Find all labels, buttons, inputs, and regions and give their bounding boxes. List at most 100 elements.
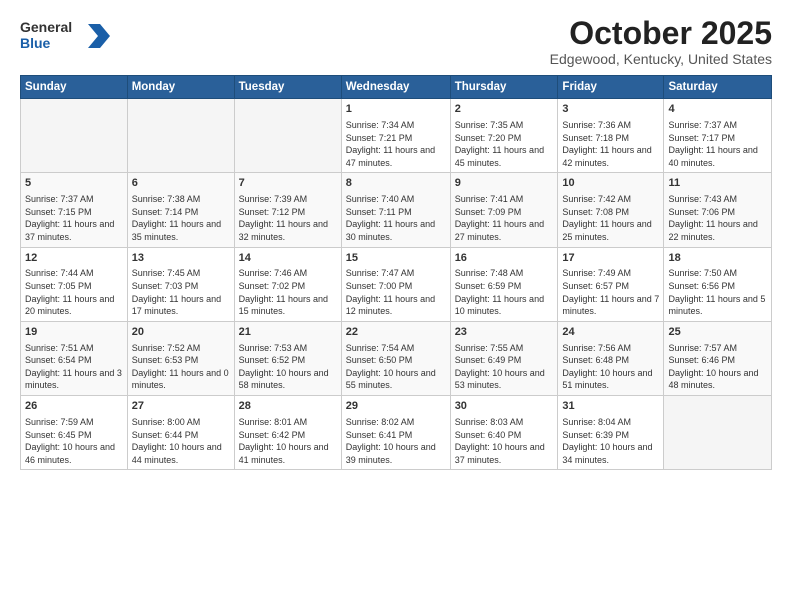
day-info: Sunrise: 7:53 AM Sunset: 6:52 PM Dayligh… (239, 342, 337, 392)
table-row: 12Sunrise: 7:44 AM Sunset: 7:05 PM Dayli… (21, 247, 128, 321)
day-number: 20 (132, 325, 230, 340)
day-info: Sunrise: 8:04 AM Sunset: 6:39 PM Dayligh… (562, 416, 659, 466)
table-row: 8 Sunrise: 7:40 AM Sunset: 7:11 PM Daylig… (341, 173, 450, 247)
day-info: Sunrise: 7:39 AM Sunset: 7:12 PM Dayligh… (239, 193, 337, 243)
table-row: 16Sunrise: 7:48 AM Sunset: 6:59 PM Dayli… (450, 247, 558, 321)
table-row: 20 Sunrise: 7:52 AM Sunset: 6:53 PM Dayli… (127, 321, 234, 395)
day-number: 31 (562, 399, 659, 414)
table-row: 2 Sunrise: 7:35 AM Sunset: 7:20 PM Daylig… (450, 99, 558, 173)
table-row: 1Sunrise: 7:34 AM Sunset: 7:21 PM Daylig… (341, 99, 450, 173)
day-info: Sunrise: 7:35 AM Sunset: 7:20 PM Dayligh… (455, 119, 554, 169)
header-wednesday: Wednesday (341, 76, 450, 99)
day-info: Sunrise: 7:46 AM Sunset: 7:02 PM Dayligh… (239, 267, 337, 317)
table-row: 23 Sunrise: 7:55 AM Sunset: 6:49 PM Dayli… (450, 321, 558, 395)
day-info: Sunrise: 7:52 AM Sunset: 6:53 PM Dayligh… (132, 342, 230, 392)
day-info: Sunrise: 7:37 AM Sunset: 7:17 PM Dayligh… (668, 119, 767, 169)
calendar-table: Sunday Monday Tuesday Wednesday Thursday… (20, 75, 772, 470)
calendar-week-row: 19 Sunrise: 7:51 AM Sunset: 6:54 PM Dayli… (21, 321, 772, 395)
day-number: 19 (25, 325, 123, 340)
day-number: 11 (668, 176, 767, 191)
table-row: 9Sunrise: 7:41 AM Sunset: 7:09 PM Daylig… (450, 173, 558, 247)
day-number: 6 (132, 176, 230, 191)
day-number: 13 (132, 251, 230, 266)
day-info: Sunrise: 7:51 AM Sunset: 6:54 PM Dayligh… (25, 342, 123, 392)
day-number: 8 (346, 176, 446, 191)
day-number: 18 (668, 251, 767, 266)
day-number: 5 (25, 176, 123, 191)
table-row: 24Sunrise: 7:56 AM Sunset: 6:48 PM Dayli… (558, 321, 664, 395)
table-row: 17Sunrise: 7:49 AM Sunset: 6:57 PM Dayli… (558, 247, 664, 321)
header-friday: Friday (558, 76, 664, 99)
day-number: 17 (562, 251, 659, 266)
table-row (234, 99, 341, 173)
day-number: 7 (239, 176, 337, 191)
calendar-week-row: 12Sunrise: 7:44 AM Sunset: 7:05 PM Dayli… (21, 247, 772, 321)
title-block: October 2025 Edgewood, Kentucky, United … (550, 16, 772, 67)
day-number: 24 (562, 325, 659, 340)
table-row (127, 99, 234, 173)
table-row: 21 Sunrise: 7:53 AM Sunset: 6:52 PM Dayli… (234, 321, 341, 395)
table-row: 29 Sunrise: 8:02 AM Sunset: 6:41 PM Dayli… (341, 396, 450, 470)
table-row: 11Sunrise: 7:43 AM Sunset: 7:06 PM Dayli… (664, 173, 772, 247)
day-info: Sunrise: 7:40 AM Sunset: 7:11 PM Dayligh… (346, 193, 446, 243)
table-row: 6 Sunrise: 7:38 AM Sunset: 7:14 PM Daylig… (127, 173, 234, 247)
table-row: 30Sunrise: 8:03 AM Sunset: 6:40 PM Dayli… (450, 396, 558, 470)
day-info: Sunrise: 7:36 AM Sunset: 7:18 PM Dayligh… (562, 119, 659, 169)
day-number: 25 (668, 325, 767, 340)
day-number: 28 (239, 399, 337, 414)
table-row: 26Sunrise: 7:59 AM Sunset: 6:45 PM Dayli… (21, 396, 128, 470)
day-number: 4 (668, 102, 767, 117)
table-row: 22Sunrise: 7:54 AM Sunset: 6:50 PM Dayli… (341, 321, 450, 395)
calendar-week-row: 1Sunrise: 7:34 AM Sunset: 7:21 PM Daylig… (21, 99, 772, 173)
day-number: 12 (25, 251, 123, 266)
table-row: 13Sunrise: 7:45 AM Sunset: 7:03 PM Dayli… (127, 247, 234, 321)
header: GeneralBlue October 2025 Edgewood, Kentu… (20, 16, 772, 67)
table-row: 27 Sunrise: 8:00 AM Sunset: 6:44 PM Dayli… (127, 396, 234, 470)
header-saturday: Saturday (664, 76, 772, 99)
day-info: Sunrise: 7:55 AM Sunset: 6:49 PM Dayligh… (455, 342, 554, 392)
logo: GeneralBlue (20, 16, 110, 56)
table-row: 3Sunrise: 7:36 AM Sunset: 7:18 PM Daylig… (558, 99, 664, 173)
day-number: 27 (132, 399, 230, 414)
table-row (664, 396, 772, 470)
calendar-week-row: 26Sunrise: 7:59 AM Sunset: 6:45 PM Dayli… (21, 396, 772, 470)
header-tuesday: Tuesday (234, 76, 341, 99)
day-number: 10 (562, 176, 659, 191)
day-number: 2 (455, 102, 554, 117)
month-title: October 2025 (550, 16, 772, 51)
day-number: 21 (239, 325, 337, 340)
day-number: 29 (346, 399, 446, 414)
day-info: Sunrise: 7:44 AM Sunset: 7:05 PM Dayligh… (25, 267, 123, 317)
table-row: 4 Sunrise: 7:37 AM Sunset: 7:17 PM Daylig… (664, 99, 772, 173)
day-number: 23 (455, 325, 554, 340)
svg-text:General: General (20, 19, 72, 35)
table-row: 15Sunrise: 7:47 AM Sunset: 7:00 PM Dayli… (341, 247, 450, 321)
header-thursday: Thursday (450, 76, 558, 99)
day-info: Sunrise: 7:38 AM Sunset: 7:14 PM Dayligh… (132, 193, 230, 243)
day-info: Sunrise: 7:37 AM Sunset: 7:15 PM Dayligh… (25, 193, 123, 243)
day-number: 15 (346, 251, 446, 266)
weekday-header-row: Sunday Monday Tuesday Wednesday Thursday… (21, 76, 772, 99)
day-info: Sunrise: 7:57 AM Sunset: 6:46 PM Dayligh… (668, 342, 767, 392)
day-info: Sunrise: 8:02 AM Sunset: 6:41 PM Dayligh… (346, 416, 446, 466)
header-sunday: Sunday (21, 76, 128, 99)
location: Edgewood, Kentucky, United States (550, 51, 772, 67)
table-row (21, 99, 128, 173)
day-number: 14 (239, 251, 337, 266)
table-row: 18Sunrise: 7:50 AM Sunset: 6:56 PM Dayli… (664, 247, 772, 321)
day-info: Sunrise: 7:48 AM Sunset: 6:59 PM Dayligh… (455, 267, 554, 317)
day-number: 30 (455, 399, 554, 414)
day-number: 1 (346, 102, 446, 117)
page: GeneralBlue October 2025 Edgewood, Kentu… (0, 0, 792, 612)
table-row: 25 Sunrise: 7:57 AM Sunset: 6:46 PM Dayli… (664, 321, 772, 395)
day-info: Sunrise: 7:47 AM Sunset: 7:00 PM Dayligh… (346, 267, 446, 317)
svg-text:Blue: Blue (20, 35, 51, 51)
day-info: Sunrise: 8:01 AM Sunset: 6:42 PM Dayligh… (239, 416, 337, 466)
table-row: 28 Sunrise: 8:01 AM Sunset: 6:42 PM Dayli… (234, 396, 341, 470)
table-row: 7 Sunrise: 7:39 AM Sunset: 7:12 PM Daylig… (234, 173, 341, 247)
table-row: 31 Sunrise: 8:04 AM Sunset: 6:39 PM Dayli… (558, 396, 664, 470)
day-info: Sunrise: 8:00 AM Sunset: 6:44 PM Dayligh… (132, 416, 230, 466)
day-number: 16 (455, 251, 554, 266)
day-info: Sunrise: 7:42 AM Sunset: 7:08 PM Dayligh… (562, 193, 659, 243)
day-number: 26 (25, 399, 123, 414)
